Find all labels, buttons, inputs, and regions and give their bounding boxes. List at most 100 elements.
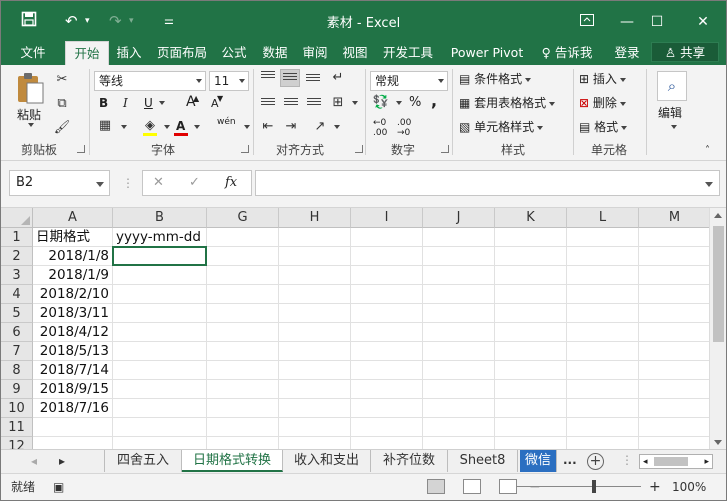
cell-m9[interactable] bbox=[639, 380, 711, 399]
sheet-tab-pad-digits[interactable]: 补齐位数 bbox=[371, 450, 448, 472]
cell-k6[interactable] bbox=[495, 323, 567, 342]
cell-h2[interactable] bbox=[279, 247, 351, 266]
phonetic-button[interactable]: wén bbox=[217, 117, 236, 127]
cell-i6[interactable] bbox=[351, 323, 423, 342]
editing-dropdown-icon[interactable] bbox=[671, 125, 677, 129]
format-cells-button[interactable]: ▤ 格式 bbox=[579, 119, 628, 135]
tab-formulas[interactable]: 公式 bbox=[219, 43, 249, 65]
tab-power-pivot[interactable]: Power Pivot bbox=[447, 43, 527, 65]
cell-h10[interactable] bbox=[279, 399, 351, 418]
row-header-3[interactable]: 3 bbox=[1, 266, 33, 285]
cell-j2[interactable] bbox=[423, 247, 495, 266]
copy-icon[interactable]: ⧉ bbox=[53, 95, 71, 113]
cell-m1[interactable] bbox=[639, 228, 711, 247]
cell-k5[interactable] bbox=[495, 304, 567, 323]
accounting-format-icon[interactable]: 💱 bbox=[372, 94, 390, 112]
scroll-left-icon[interactable]: ◂ bbox=[643, 455, 648, 469]
row-header-9[interactable]: 9 bbox=[1, 380, 33, 399]
cell-k7[interactable] bbox=[495, 342, 567, 361]
zoom-slider[interactable] bbox=[516, 486, 641, 487]
cell-g4[interactable] bbox=[207, 285, 279, 304]
cell-k2[interactable] bbox=[495, 247, 567, 266]
cell-m11[interactable] bbox=[639, 418, 711, 437]
column-header-k[interactable]: K bbox=[495, 208, 567, 228]
select-all-button[interactable] bbox=[1, 208, 33, 228]
align-middle-icon[interactable] bbox=[283, 73, 297, 85]
cell-h7[interactable] bbox=[279, 342, 351, 361]
sheet-tab-wechat[interactable]: 微信 bbox=[520, 450, 557, 472]
cell-m8[interactable] bbox=[639, 361, 711, 380]
align-top-icon[interactable] bbox=[261, 71, 275, 83]
column-header-i[interactable]: I bbox=[351, 208, 423, 228]
cell-h9[interactable] bbox=[279, 380, 351, 399]
cell-k3[interactable] bbox=[495, 266, 567, 285]
cell-h6[interactable] bbox=[279, 323, 351, 342]
minimize-icon[interactable]: — bbox=[613, 11, 641, 33]
vertical-scrollbar[interactable] bbox=[709, 208, 726, 449]
cell-j6[interactable] bbox=[423, 323, 495, 342]
scroll-down-icon[interactable] bbox=[714, 440, 722, 445]
cell-j9[interactable] bbox=[423, 380, 495, 399]
page-break-view-icon[interactable] bbox=[499, 479, 517, 494]
cell-l1[interactable] bbox=[567, 228, 639, 247]
cell-m2[interactable] bbox=[639, 247, 711, 266]
cell-l7[interactable] bbox=[567, 342, 639, 361]
font-size-combo[interactable]: 11 bbox=[209, 71, 249, 91]
sheet-tab-sheet8[interactable]: Sheet8 bbox=[448, 450, 518, 472]
cell-k11[interactable] bbox=[495, 418, 567, 437]
align-center-icon[interactable] bbox=[284, 98, 298, 110]
scrollbar-thumb[interactable] bbox=[654, 457, 688, 466]
cell-b1[interactable]: yyyy-mm-dd bbox=[113, 228, 207, 247]
cell-a4[interactable]: 2018/2/10 bbox=[33, 285, 113, 304]
cell-m6[interactable] bbox=[639, 323, 711, 342]
row-header-10[interactable]: 10 bbox=[1, 399, 33, 418]
italic-button[interactable]: I bbox=[123, 95, 128, 111]
cell-a1[interactable]: 日期格式 bbox=[33, 228, 113, 247]
cell-b3[interactable] bbox=[113, 266, 207, 285]
row-header-7[interactable]: 7 bbox=[1, 342, 33, 361]
column-header-j[interactable]: J bbox=[423, 208, 495, 228]
scroll-up-icon[interactable] bbox=[714, 213, 722, 218]
orientation-dropdown-icon[interactable] bbox=[334, 125, 340, 129]
cell-l5[interactable] bbox=[567, 304, 639, 323]
cell-g5[interactable] bbox=[207, 304, 279, 323]
cell-b6[interactable] bbox=[113, 323, 207, 342]
cell-j4[interactable] bbox=[423, 285, 495, 304]
search-icon[interactable]: ⌕ bbox=[657, 71, 687, 101]
fill-dropdown-icon[interactable] bbox=[164, 125, 170, 129]
cell-m5[interactable] bbox=[639, 304, 711, 323]
cell-b7[interactable] bbox=[113, 342, 207, 361]
editing-button[interactable]: 编辑 bbox=[658, 105, 682, 121]
cell-m12[interactable] bbox=[639, 437, 711, 449]
restore-icon[interactable]: ☐ bbox=[643, 11, 671, 33]
cell-j8[interactable] bbox=[423, 361, 495, 380]
column-header-a[interactable]: A bbox=[33, 208, 113, 228]
cell-i3[interactable] bbox=[351, 266, 423, 285]
cell-h12[interactable] bbox=[279, 437, 351, 449]
format-as-table-button[interactable]: ▦ 套用表格格式 bbox=[459, 95, 556, 111]
delete-cells-button[interactable]: ⊠ 删除 bbox=[579, 95, 626, 111]
cell-g12[interactable] bbox=[207, 437, 279, 449]
cell-j12[interactable] bbox=[423, 437, 495, 449]
macro-record-icon[interactable]: ▣ bbox=[53, 474, 64, 500]
number-launcher-icon[interactable] bbox=[441, 145, 449, 153]
row-header-12[interactable]: 12 bbox=[1, 437, 33, 449]
cell-styles-button[interactable]: ▧ 单元格样式 bbox=[459, 119, 544, 135]
collapse-ribbon-icon[interactable]: ˄ bbox=[705, 143, 710, 159]
increase-indent-icon[interactable]: ⇥ bbox=[282, 118, 300, 136]
cell-j10[interactable] bbox=[423, 399, 495, 418]
cell-i8[interactable] bbox=[351, 361, 423, 380]
cell-k8[interactable] bbox=[495, 361, 567, 380]
cell-a2[interactable]: 2018/1/8 bbox=[33, 247, 113, 266]
format-painter-icon[interactable]: 🖌 bbox=[53, 119, 71, 137]
cell-h4[interactable] bbox=[279, 285, 351, 304]
cell-a7[interactable]: 2018/5/13 bbox=[33, 342, 113, 361]
zoom-in-button[interactable]: + bbox=[649, 474, 661, 500]
cell-b9[interactable] bbox=[113, 380, 207, 399]
ribbon-display-options-icon[interactable] bbox=[573, 11, 601, 33]
cell-l9[interactable] bbox=[567, 380, 639, 399]
cell-j7[interactable] bbox=[423, 342, 495, 361]
row-header-8[interactable]: 8 bbox=[1, 361, 33, 380]
cell-l2[interactable] bbox=[567, 247, 639, 266]
cell-i10[interactable] bbox=[351, 399, 423, 418]
